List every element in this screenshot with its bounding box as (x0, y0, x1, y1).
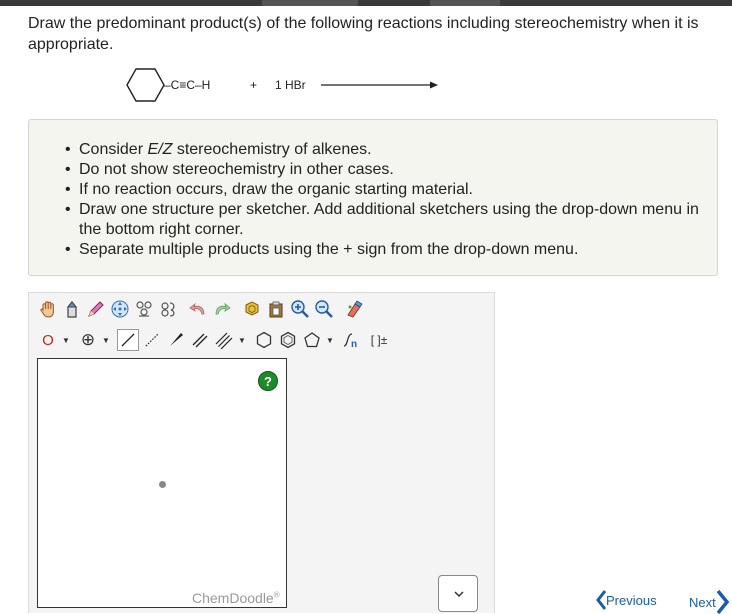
previous-button[interactable]: Previous (596, 590, 657, 610)
chemdoodle-brand: ChemDoodle® (192, 590, 280, 606)
svg-text:n: n (351, 339, 357, 350)
eraser-icon[interactable] (61, 298, 83, 320)
add-sketcher-dropdown[interactable] (438, 575, 478, 612)
toolbar-row-2: O ▼ ⊕ ▼ ▼ ▼ n []± (37, 327, 395, 353)
drawing-canvas[interactable]: ? ChemDoodle® (37, 358, 287, 608)
hashed-bond-icon[interactable] (141, 329, 163, 351)
question-text: Draw the predominant product(s) of the f… (28, 15, 699, 53)
chevron-down-icon (454, 591, 464, 598)
atom-dropdown-chevron[interactable]: ▼ (61, 329, 71, 351)
copy-atoms-icon[interactable] (133, 298, 155, 320)
zoom-in-icon[interactable] (289, 298, 311, 320)
next-button[interactable]: Next (689, 590, 730, 614)
canvas-origin-dot (159, 481, 166, 488)
instruction-item: Draw one structure per sketcher. Add add… (65, 200, 709, 240)
benzene-icon[interactable] (277, 329, 299, 351)
chain-icon[interactable]: n (341, 329, 363, 351)
bracket-charge-button[interactable]: [ ]± (365, 329, 393, 351)
reaction-arrowhead (430, 81, 438, 89)
toolbar-row-1 (37, 296, 367, 322)
center-icon[interactable] (109, 298, 131, 320)
clean-icon[interactable] (343, 298, 365, 320)
chemdoodle-sketcher: O ▼ ⊕ ▼ ▼ ▼ n []± ? ChemDoodle® (28, 292, 495, 613)
undo-icon[interactable] (187, 298, 209, 320)
next-label: Next (689, 594, 716, 610)
charge-dropdown-chevron[interactable]: ▼ (101, 329, 111, 351)
zoom-out-icon[interactable] (313, 298, 335, 320)
previous-label: Previous (606, 592, 657, 608)
reagent-label: 1 HBr (275, 78, 306, 92)
atom-label-button[interactable]: O (37, 329, 59, 351)
clear-icon[interactable] (265, 298, 287, 320)
instructions-list: Consider E/Z stereochemistry of alkenes.… (65, 140, 709, 260)
chevron-right-icon (716, 590, 729, 614)
single-bond-icon[interactable] (117, 329, 139, 351)
triple-bond-icon[interactable] (213, 329, 235, 351)
top-tab-review-topics[interactable] (262, 0, 358, 6)
instruction-item: Do not show stereochemistry in other cas… (65, 160, 709, 180)
cyclohexane-icon[interactable] (253, 329, 275, 351)
cyclohexane-ring (126, 68, 165, 102)
double-bond-icon[interactable] (189, 329, 211, 351)
lasso-icon[interactable] (157, 298, 179, 320)
top-tab-references[interactable] (430, 0, 500, 6)
hand-icon[interactable] (37, 298, 59, 320)
plus-sign: + (250, 78, 257, 92)
top-bar (0, 0, 732, 6)
instruction-item: If no reaction occurs, draw the organic … (65, 180, 709, 200)
pencil-icon[interactable] (85, 298, 107, 320)
redo-icon[interactable] (211, 298, 233, 320)
reaction-scheme: –C≡C–H + 1 HBr (124, 64, 454, 104)
bond-dropdown-chevron[interactable]: ▼ (237, 329, 247, 351)
help-button[interactable]: ? (258, 371, 278, 391)
alkyne-substituent: –C≡C–H (164, 78, 210, 92)
instruction-item: Separate multiple products using the + s… (65, 240, 709, 260)
ring-dropdown-chevron[interactable]: ▼ (325, 329, 335, 351)
wedge-bond-icon[interactable] (165, 329, 187, 351)
cyclopentane-icon[interactable] (301, 329, 323, 351)
instruction-item: Consider E/Z stereochemistry of alkenes. (65, 140, 709, 160)
template-icon[interactable] (241, 298, 263, 320)
charge-button[interactable]: ⊕ (77, 329, 99, 351)
instructions-box: Consider E/Z stereochemistry of alkenes.… (28, 119, 718, 276)
chevron-left-icon (596, 590, 606, 610)
